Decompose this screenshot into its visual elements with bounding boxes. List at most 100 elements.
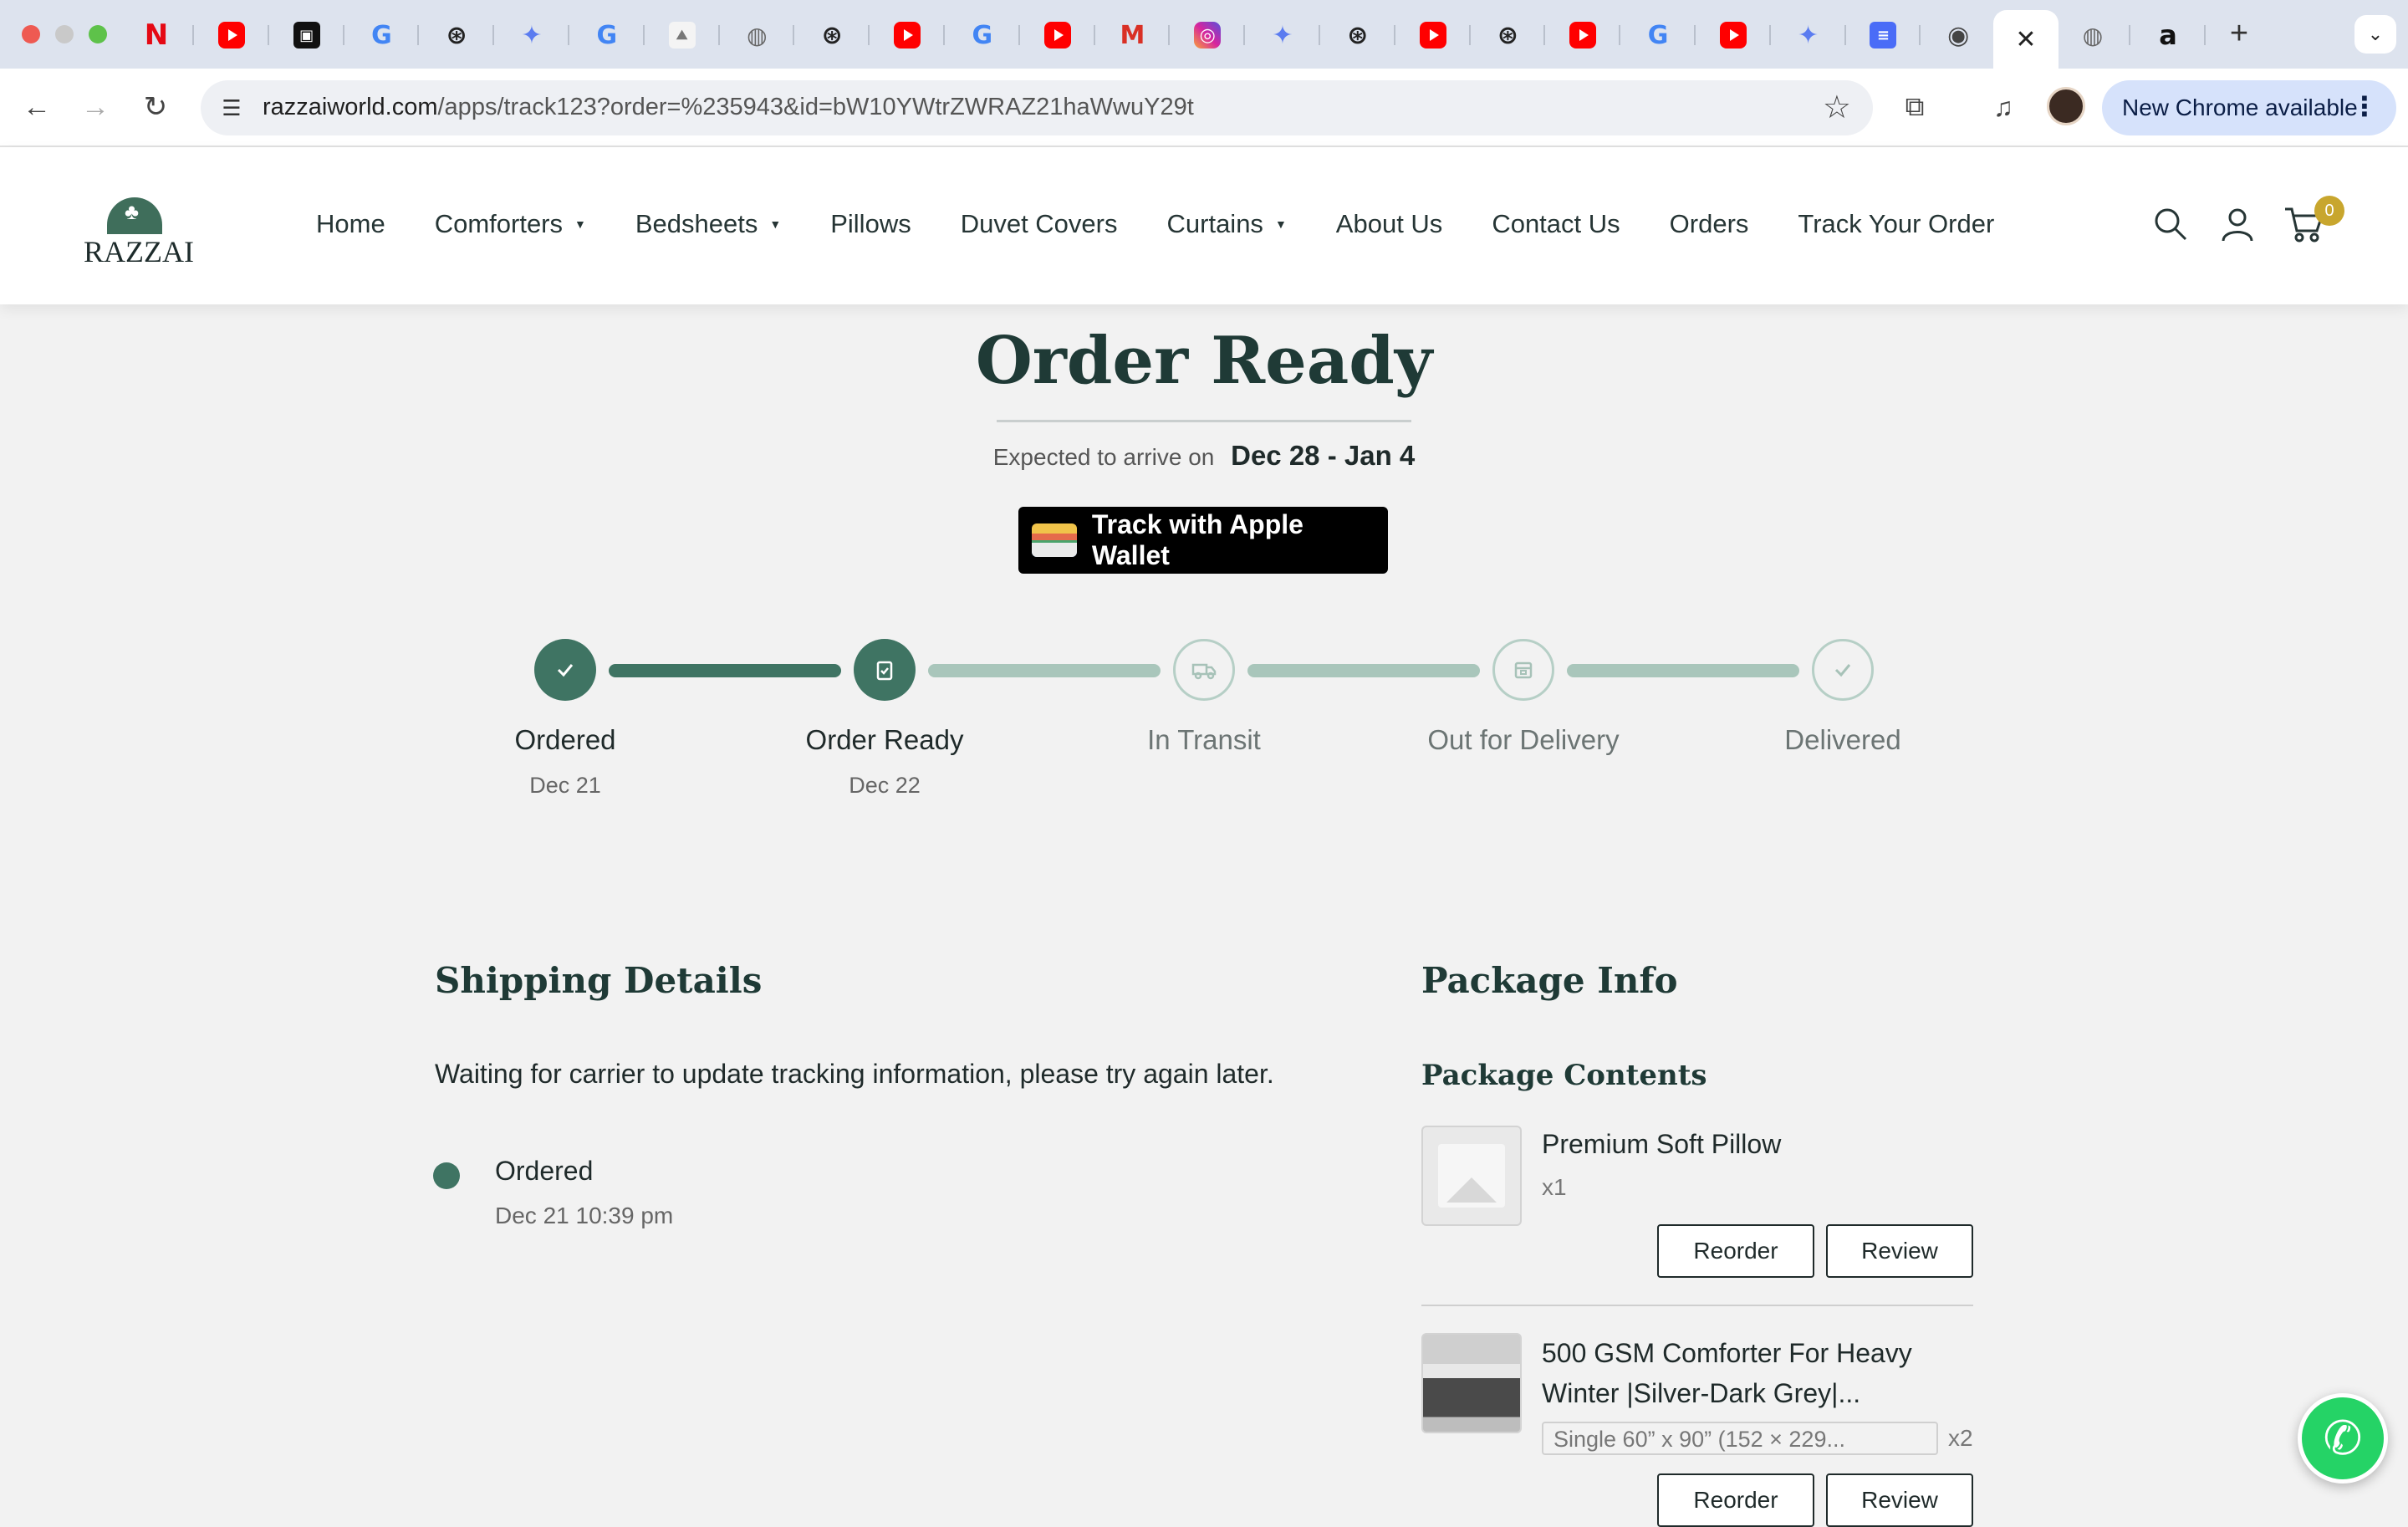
step-check-icon: [534, 639, 596, 701]
extensions-icon[interactable]: ⧉: [1895, 87, 1935, 127]
browser-tab[interactable]: ⊛: [794, 15, 870, 55]
browser-tab[interactable]: G: [1620, 15, 1696, 55]
new-tab-button[interactable]: +: [2221, 15, 2258, 52]
product-name[interactable]: Premium Soft Pillow: [1542, 1124, 1977, 1164]
url-text[interactable]: razzaiworld.com/apps/track123?order=%235…: [263, 94, 1194, 121]
razzai-logo[interactable]: RAZZAI: [84, 197, 194, 273]
maximize-window-button[interactable]: [89, 25, 107, 43]
chatgpt-icon: ⊛: [1497, 20, 1518, 50]
apple-wallet-button[interactable]: Track with Apple Wallet: [1018, 507, 1388, 574]
nav-label: Track Your Order: [1798, 209, 1995, 238]
browser-tab[interactable]: [870, 15, 945, 55]
browser-tab[interactable]: N: [119, 15, 194, 55]
amazon-icon: a: [2159, 19, 2177, 51]
browser-tab[interactable]: ✦: [494, 15, 569, 55]
browser-tab[interactable]: ◎: [1170, 15, 1246, 55]
nav-pillows[interactable]: Pillows: [830, 209, 911, 239]
browser-tab[interactable]: G: [945, 15, 1020, 55]
youtube-icon: [1569, 22, 1597, 49]
step-date: Dec 21: [529, 773, 601, 798]
browser-tab[interactable]: [1696, 15, 1771, 55]
close-window-button[interactable]: [22, 25, 40, 43]
wallet-icon: [1032, 523, 1077, 557]
netflix-icon: N: [144, 18, 169, 52]
browser-tab[interactable]: ⊛: [1470, 15, 1546, 55]
nav-about-us[interactable]: About Us: [1336, 209, 1443, 239]
product-image-placeholder[interactable]: [1421, 1126, 1522, 1226]
browser-tab[interactable]: ▣: [269, 15, 344, 55]
product-name[interactable]: 500 GSM Comforter For Heavy Winter |Silv…: [1542, 1333, 1960, 1413]
review-button[interactable]: Review: [1826, 1473, 1973, 1527]
nav-home[interactable]: Home: [316, 209, 385, 239]
title-divider: [997, 420, 1411, 422]
browser-tab[interactable]: M: [1094, 15, 1171, 55]
nav-label: Duvet Covers: [960, 209, 1118, 238]
site-info-icon[interactable]: ☰: [216, 92, 247, 124]
gmail-icon: M: [1120, 20, 1145, 50]
browser-tab[interactable]: ◍: [719, 15, 795, 55]
nav-track-your-order[interactable]: Track Your Order: [1798, 209, 1994, 239]
browser-tab[interactable]: ✦: [1245, 15, 1320, 55]
youtube-icon: [1719, 22, 1747, 49]
site-header: RAZZAI Home Comforters ▼ Bedsheets ▼ Pillows D…: [0, 147, 2408, 304]
browser-tab[interactable]: G: [569, 15, 645, 55]
browser-tab[interactable]: ⊛: [419, 15, 495, 55]
product-image[interactable]: [1421, 1333, 1522, 1433]
nav-comforters[interactable]: Comforters ▼: [435, 209, 586, 239]
nav-duvet-covers[interactable]: Duvet Covers: [961, 209, 1118, 239]
reorder-button[interactable]: Reorder: [1657, 1473, 1814, 1527]
tab-search-button[interactable]: ⌄: [2354, 15, 2396, 54]
browser-tab[interactable]: ◉: [1921, 15, 1997, 55]
browser-tab[interactable]: ≡: [1845, 15, 1921, 55]
globe-icon: ◍: [747, 21, 768, 49]
gemini-icon: ✦: [1272, 20, 1293, 50]
address-bar[interactable]: ☰ razzaiworld.com/apps/track123?order=%2…: [201, 80, 1873, 135]
profile-avatar[interactable]: [2047, 87, 2085, 125]
nav-curtains[interactable]: Curtains ▼: [1167, 209, 1287, 239]
close-tab-icon[interactable]: ✕: [2015, 25, 2036, 54]
step-label: Ordered: [514, 724, 616, 755]
docs-icon: ≡: [1870, 22, 1897, 49]
step-label: In Transit: [1147, 724, 1261, 755]
order-progress-stepper: Ordered Dec 21 Order Ready Dec 22 In Transit…: [502, 636, 1906, 820]
browser-tab[interactable]: G: [344, 15, 420, 55]
more-menu-icon[interactable]: ⋮: [2351, 90, 2378, 122]
youtube-icon: [1419, 22, 1446, 49]
minimize-window-button[interactable]: [55, 25, 74, 43]
caret-down-icon: ▼: [1274, 217, 1287, 231]
review-button[interactable]: Review: [1826, 1224, 1973, 1278]
forward-icon[interactable]: →: [74, 85, 117, 129]
logo-text: RAZZAI: [84, 235, 194, 268]
browser-tab[interactable]: ⛰: [645, 15, 720, 55]
active-tab[interactable]: ✕: [1993, 10, 2059, 69]
back-icon[interactable]: ←: [15, 85, 59, 129]
bookmark-star-icon[interactable]: ☆: [1823, 89, 1851, 126]
browser-tab[interactable]: [1020, 15, 1095, 55]
browser-tab[interactable]: [1545, 15, 1621, 55]
progress-segment: [1247, 664, 1480, 677]
nav-contact-us[interactable]: Contact Us: [1492, 209, 1620, 239]
account-icon[interactable]: [2216, 202, 2259, 246]
browser-tab[interactable]: ✦: [1771, 15, 1846, 55]
shipping-details-title: Shipping Details: [435, 960, 763, 1001]
chrome-update-button[interactable]: New Chrome available ⋮: [2102, 80, 2396, 135]
gemini-icon: ✦: [1798, 20, 1819, 50]
nav-label: Bedsheets: [635, 209, 758, 238]
step-label: Out for Delivery: [1427, 724, 1620, 755]
browser-tab[interactable]: ⊛: [1320, 15, 1395, 55]
media-controls-icon[interactable]: ♫: [1983, 87, 2023, 127]
url-path: /apps/track123?order=%235943&id=bW10YWtr…: [437, 94, 1194, 120]
browser-tab[interactable]: [1395, 15, 1471, 55]
google-icon: G: [596, 20, 618, 50]
reload-icon[interactable]: ↻: [134, 85, 177, 129]
search-icon[interactable]: [2149, 202, 2192, 246]
reorder-button[interactable]: Reorder: [1657, 1224, 1814, 1278]
browser-tab[interactable]: [194, 15, 269, 55]
whatsapp-chat-button[interactable]: ✆: [2298, 1393, 2388, 1484]
nav-label: Pillows: [830, 209, 911, 238]
nav-label: Home: [316, 209, 385, 238]
browser-tab[interactable]: a: [2130, 15, 2206, 55]
nav-bedsheets[interactable]: Bedsheets ▼: [635, 209, 781, 239]
nav-orders[interactable]: Orders: [1670, 209, 1749, 239]
browser-tab[interactable]: ◍: [2055, 15, 2130, 55]
